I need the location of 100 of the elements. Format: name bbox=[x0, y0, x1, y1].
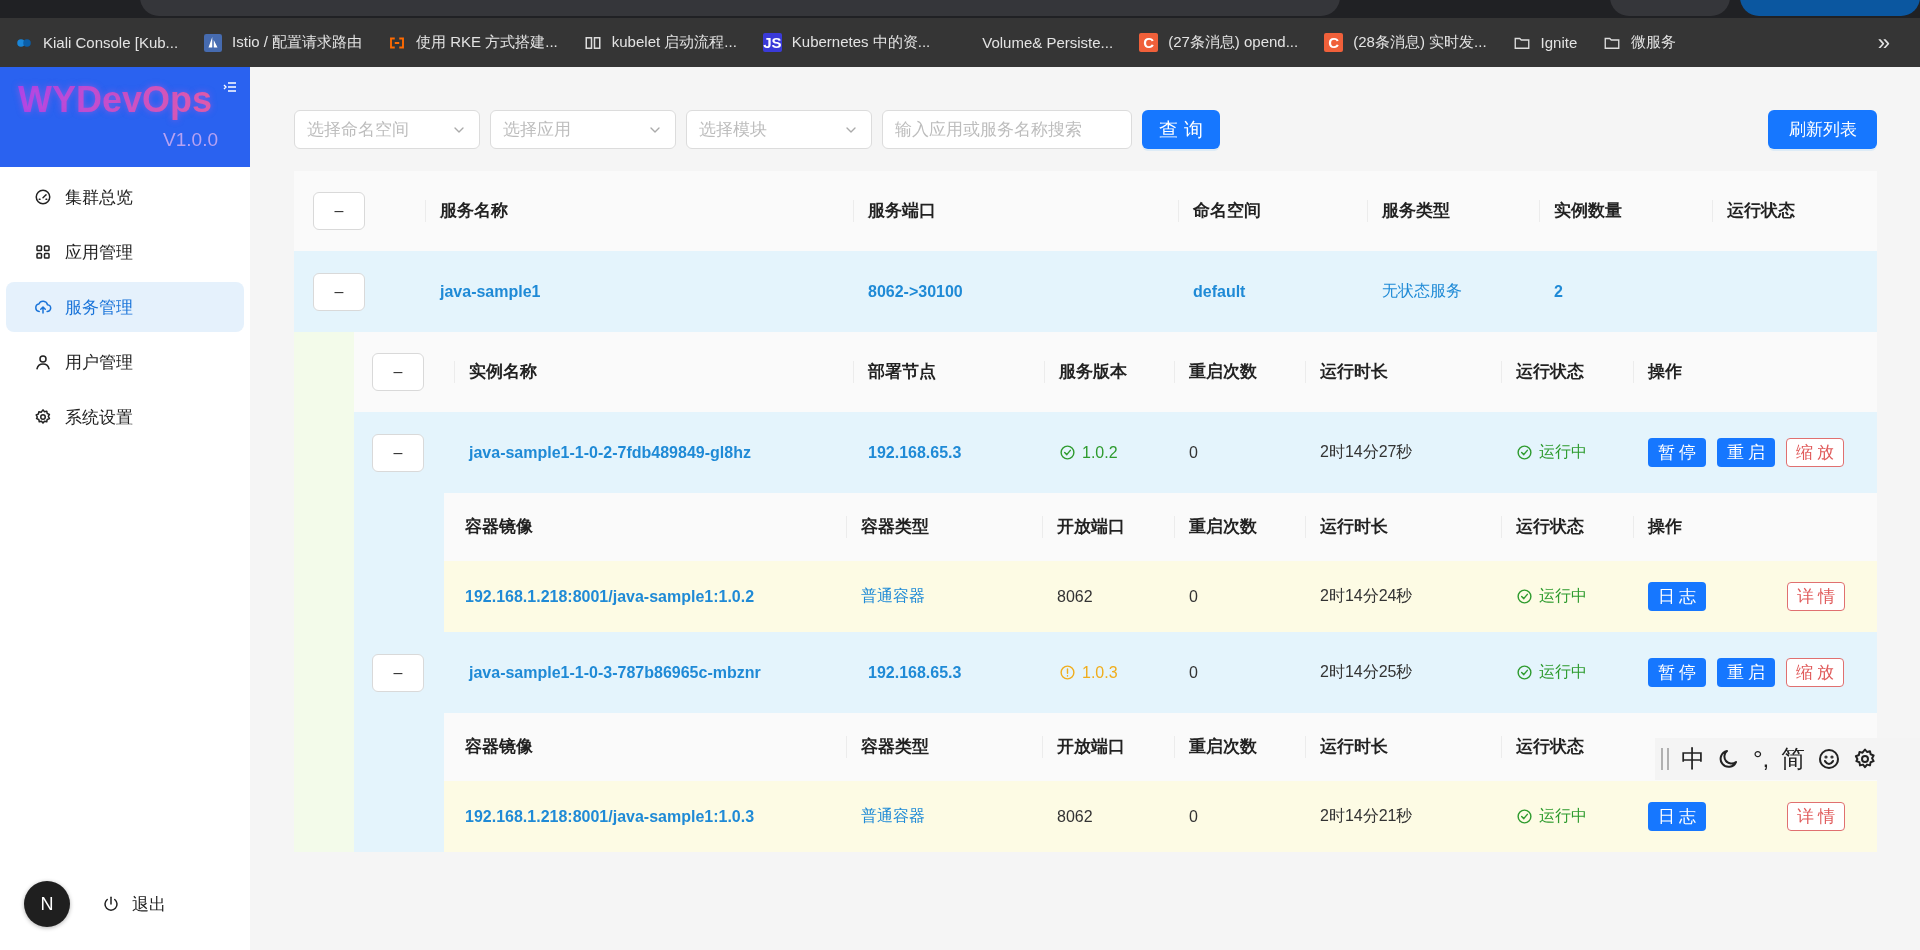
column-header: 运行时长 bbox=[1320, 516, 1388, 538]
column-header: 部署节点 bbox=[868, 361, 936, 383]
table-cell-text: default bbox=[1193, 282, 1247, 301]
site-logo: C bbox=[1324, 33, 1344, 52]
collapse-button[interactable]: – bbox=[372, 433, 424, 472]
column-header: 运行状态 bbox=[1516, 516, 1584, 538]
action-button[interactable]: 详情 bbox=[1787, 582, 1845, 611]
settings-icon bbox=[34, 408, 52, 426]
column-header: 容器类型 bbox=[861, 516, 929, 538]
check-circle-icon bbox=[1516, 664, 1533, 681]
column-header: 服务名称 bbox=[440, 200, 508, 222]
column-header: 运行时长 bbox=[1320, 736, 1388, 758]
status-text: 运行中 bbox=[1539, 586, 1587, 606]
status-text: 运行中 bbox=[1539, 806, 1587, 826]
table-cell-text: 2时14分21秒 bbox=[1320, 806, 1414, 826]
bookmark[interactable]: 使用 RKE 方式搭建... bbox=[388, 33, 558, 52]
bookmark[interactable]: Volume& Persiste... bbox=[982, 34, 1114, 51]
column-header: 命名空间 bbox=[1193, 200, 1261, 222]
smiley-icon[interactable] bbox=[1817, 747, 1842, 771]
collapse-button[interactable]: – bbox=[313, 272, 365, 311]
column-header: 开放端口 bbox=[1057, 736, 1125, 758]
bookmark[interactable]: Ignite bbox=[1512, 33, 1578, 52]
bookmark[interactable]: C (28条消息) 实时发... bbox=[1324, 33, 1487, 52]
column-header: 实例名称 bbox=[469, 361, 537, 383]
table-cell-text: 2时14分24秒 bbox=[1320, 586, 1414, 606]
status-text: 运行中 bbox=[1539, 442, 1587, 462]
search-field[interactable]: 输入应用或服务名称搜索 bbox=[882, 110, 1132, 149]
bookmark[interactable]: JS Kubernetes 中的资... bbox=[762, 33, 931, 52]
column-header: 运行状态 bbox=[1727, 200, 1795, 222]
query-button[interactable]: 查询 bbox=[1142, 110, 1220, 149]
power-icon bbox=[102, 895, 120, 913]
bookmark[interactable]: 微服务 bbox=[1603, 33, 1677, 52]
ime-button[interactable]: 简 bbox=[1781, 743, 1806, 775]
collapse-button[interactable]: – bbox=[372, 353, 424, 391]
sidebar-item[interactable]: 服务管理 bbox=[6, 282, 244, 332]
column-header: 容器类型 bbox=[861, 736, 929, 758]
action-button[interactable]: 缩放 bbox=[1786, 438, 1844, 467]
logout-button[interactable]: 退出 bbox=[102, 892, 166, 916]
table-cell-text: 无状态服务 bbox=[1382, 281, 1463, 301]
table-cell-text: 8062 bbox=[1057, 807, 1094, 826]
sidebar-item[interactable]: 应用管理 bbox=[6, 227, 244, 277]
collapse-button[interactable]: – bbox=[372, 653, 424, 692]
column-header: 服务类型 bbox=[1382, 200, 1450, 222]
table-cell-text: 0 bbox=[1189, 807, 1199, 826]
cloud-upload-icon bbox=[34, 298, 52, 316]
table-cell-text: 8062 bbox=[1057, 587, 1094, 606]
sidebar-item[interactable]: 用户管理 bbox=[6, 337, 244, 387]
sidebar-item[interactable]: 系统设置 bbox=[6, 392, 244, 442]
ime-button[interactable]: 中 bbox=[1681, 743, 1705, 775]
column-header: 服务版本 bbox=[1059, 361, 1127, 383]
ime-button[interactable]: °, bbox=[1753, 745, 1770, 773]
version-text: 1.0.3 bbox=[1082, 663, 1118, 682]
table-cell-text: 0 bbox=[1189, 663, 1199, 682]
sidebar-item[interactable]: 集群总览 bbox=[6, 172, 244, 222]
table-cell-text: 8062->30100 bbox=[868, 282, 964, 301]
action-button[interactable]: 重启 bbox=[1717, 438, 1775, 467]
action-button[interactable]: 日志 bbox=[1648, 802, 1706, 831]
column-header: 容器镜像 bbox=[465, 516, 533, 538]
refresh-button[interactable]: 刷新列表 bbox=[1768, 110, 1877, 149]
column-header: 服务端口 bbox=[868, 200, 936, 222]
check-circle-icon bbox=[1059, 444, 1076, 461]
check-circle-icon bbox=[1516, 588, 1533, 605]
collapse-button[interactable]: – bbox=[313, 192, 365, 230]
table-cell-text: 普通容器 bbox=[861, 806, 926, 826]
column-header: 操作 bbox=[1648, 361, 1682, 383]
column-header: 运行状态 bbox=[1516, 361, 1584, 383]
table-cell-text: 2时14分27秒 bbox=[1320, 442, 1414, 462]
table-cell-text: java-sample1-1-0-3-787b86965c-mbznr bbox=[469, 663, 762, 682]
avatar[interactable]: N bbox=[24, 881, 70, 927]
table-cell-text: 192.168.65.3 bbox=[868, 443, 963, 462]
site-logo: JS bbox=[762, 33, 782, 52]
column-header: 容器镜像 bbox=[465, 736, 533, 758]
bookmark[interactable]: Istio / 配置请求路由 bbox=[204, 33, 363, 52]
action-button[interactable]: 详情 bbox=[1787, 802, 1845, 831]
table-cell-text: 192.168.1.218:8001/java-sample1:1.0.3 bbox=[464, 807, 756, 826]
collapse-icon[interactable] bbox=[222, 79, 238, 95]
sail-icon bbox=[204, 33, 223, 52]
version-text: V1.0.0 bbox=[163, 129, 218, 151]
table-cell-text: 2时14分25秒 bbox=[1320, 662, 1414, 682]
table-cell-text: 192.168.65.3 bbox=[868, 663, 963, 682]
gauge-icon bbox=[34, 188, 52, 206]
column-header: 运行时长 bbox=[1320, 361, 1388, 383]
site-logo: C bbox=[1139, 33, 1159, 52]
bookmark[interactable]: Kiali Console [Kub... bbox=[15, 33, 179, 52]
column-header: 实例数量 bbox=[1554, 200, 1622, 222]
bookmark[interactable]: kubelet 启动流程... bbox=[583, 33, 737, 52]
action-button[interactable]: 缩放 bbox=[1786, 658, 1844, 687]
bookmark[interactable]: C (27条消息) opend... bbox=[1139, 33, 1299, 52]
grip-icon bbox=[1661, 748, 1669, 770]
table-cell-text: java-sample1 bbox=[440, 282, 542, 301]
settings-icon[interactable] bbox=[1853, 747, 1878, 771]
version-text: 1.0.2 bbox=[1082, 443, 1118, 462]
action-button[interactable]: 日志 bbox=[1648, 582, 1706, 611]
action-button[interactable]: 暂停 bbox=[1648, 438, 1706, 467]
overflow-button[interactable]: » bbox=[1877, 29, 1890, 56]
check-circle-icon bbox=[1516, 444, 1533, 461]
action-button[interactable]: 暂停 bbox=[1648, 658, 1706, 687]
action-button[interactable]: 重启 bbox=[1717, 658, 1775, 687]
column-header: 重启次数 bbox=[1189, 516, 1257, 538]
warning-icon bbox=[1059, 664, 1076, 681]
